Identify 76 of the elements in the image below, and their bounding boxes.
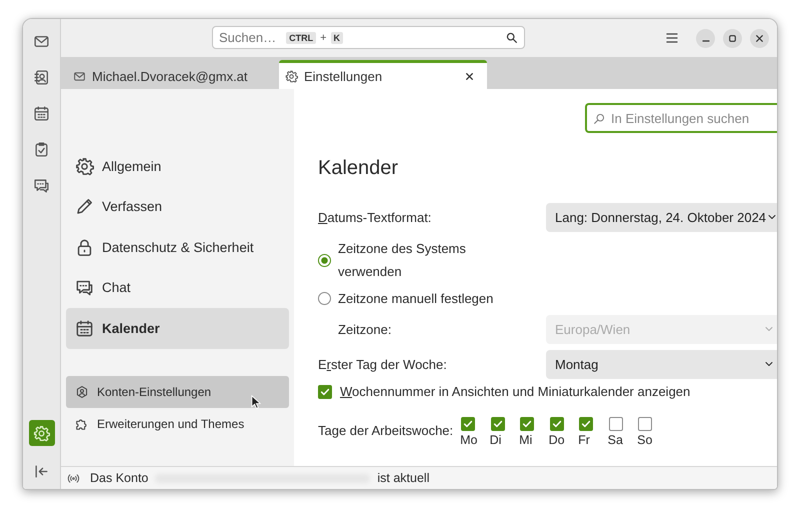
minimize-icon [702,40,710,42]
category-item[interactable]: Chat [66,268,289,308]
tab[interactable]: Michael.Dvoracek@gmx.at [67,60,275,89]
field-label: Erster Tag der Woche: [318,356,448,372]
category-label: Verfassen [102,199,162,214]
search-placeholder: Suchen… [219,30,276,45]
radio-button[interactable] [318,254,331,266]
day-label: Di [490,433,502,447]
link-label: Konten-Einstellungen [97,384,212,398]
lock-icon [75,238,94,257]
sidebar-link[interactable]: Erweiterungen und Themes [66,408,289,440]
chat-bubbles-icon [33,176,50,194]
day-label: Sa [608,433,623,447]
category-label: Allgemein [102,158,162,174]
status-text: ist aktuell [377,471,430,485]
checkbox[interactable] [608,417,623,431]
checkbox[interactable] [490,417,505,431]
checkbox[interactable] [550,417,564,431]
checkbox[interactable] [318,384,332,398]
pencil-icon [75,197,94,216]
day-label: Mo [460,433,478,447]
tab-label: Einstellungen [304,68,384,84]
shortcut-key: CTRL [286,32,316,44]
calendar-icon [75,318,94,338]
collapse-icon [33,462,50,480]
radio-label: Zeitzone manuell festlegen [338,290,494,308]
search-field[interactable]: Suchen… CTRL + K [212,26,525,49]
field-label: Tage der Arbeitswoche: [318,423,454,438]
checkbox[interactable] [638,417,652,431]
shortcut-key: K [330,32,344,44]
field-label: Zeitzone: [337,322,392,336]
category-item[interactable]: Datenschutz & Sicherheit [66,227,289,268]
chat-bubbles-icon [75,278,94,298]
day-label: Mi [519,433,532,447]
day-label: So [637,433,652,447]
close-button[interactable] [750,28,769,48]
dropdown[interactable]: Montag [546,350,777,378]
field-label: Datums-Textformat: [318,210,432,224]
clipboard-check-icon [33,140,50,158]
settings-icon [33,424,50,442]
puzzle-piece-icon [75,416,89,430]
maximize-button[interactable] [723,28,742,48]
dropdown[interactable]: Lang: Donnerstag, 24. Oktober 2024 [546,202,777,232]
mouse-pointer-icon [251,394,261,410]
address-book-icon [33,68,50,86]
sidebar-link[interactable]: Konten-Einstellungen [66,376,289,408]
link-label: Erweiterungen und Themes [97,416,244,430]
signal-icon [67,472,80,484]
category-label: Chat [102,280,131,296]
checkbox[interactable] [579,417,594,431]
tab-label: Michael.Dvoracek@gmx.at [92,68,249,84]
checkbox-label: Wochennummer in Ansichten und Miniaturkalender anzeigen [340,384,690,399]
status-text: Das Konto [90,471,148,485]
category-item[interactable]: Allgemein [66,146,289,186]
settings-icon [75,156,94,176]
category-item[interactable]: Verfassen [66,186,289,227]
settings-icon [285,70,298,82]
checkbox[interactable] [520,417,534,431]
category-item[interactable]: Kalender [66,308,289,348]
spaces-button[interactable] [28,420,54,446]
checkbox[interactable] [461,417,476,431]
tab[interactable]: Einstellungen [279,60,487,89]
key-joiner: + [320,32,327,44]
settings-search-field[interactable]: In Einstellungen suchen [585,103,777,133]
search-icon [505,31,518,44]
day-label: Fr [578,433,590,447]
search-icon [593,112,606,125]
calendar-icon [33,104,50,122]
account-icon [75,384,89,398]
section-heading: Kalender [318,157,400,180]
radio-label: Zeitzone des Systems verwenden [338,240,467,281]
category-label: Datenschutz & Sicherheit [102,240,254,255]
envelope-icon [73,70,86,82]
category-label: Kalender [102,320,160,336]
day-label: Do [548,433,565,447]
radio-button[interactable] [318,292,331,305]
